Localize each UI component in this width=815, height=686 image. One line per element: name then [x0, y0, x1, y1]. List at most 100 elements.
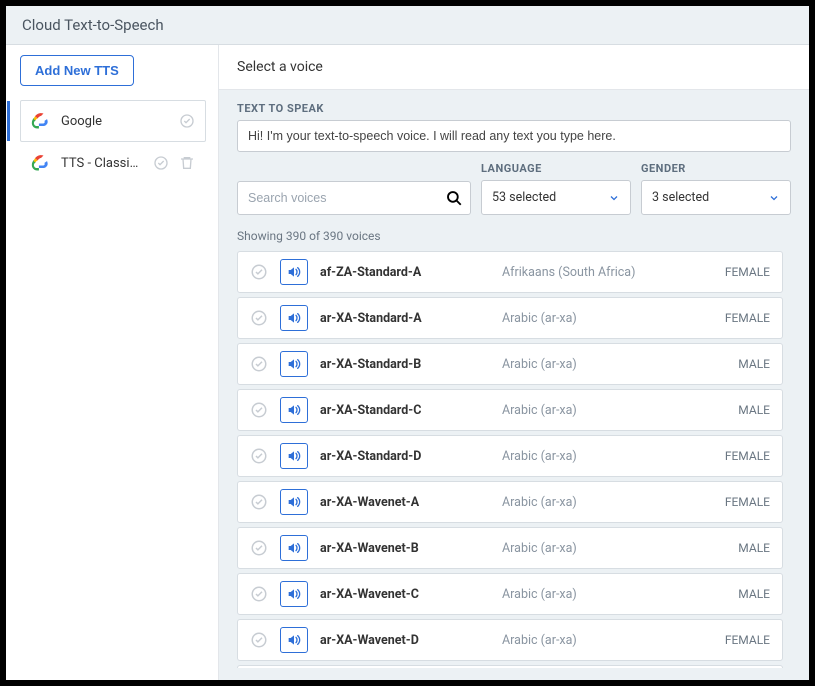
voice-row[interactable]: ar-XA-Standard-A Arabic (ar-xa) FEMALE: [237, 297, 783, 339]
play-voice-button[interactable]: [280, 305, 308, 331]
check-circle-icon: [250, 585, 268, 603]
trash-icon[interactable]: [179, 155, 195, 171]
main-title: Select a voice: [219, 45, 809, 90]
voice-language: Arabic (ar-xa): [502, 449, 698, 464]
page-body: Add New TTS Google TTS - Classics In...: [6, 45, 809, 680]
voice-gender: FEMALE: [710, 449, 770, 463]
voice-row[interactable]: ar-XA-Standard-D Arabic (ar-xa) FEMALE: [237, 435, 783, 477]
sound-icon: [286, 448, 302, 464]
sidebar-item-label: TTS - Classics In...: [61, 156, 143, 171]
sound-icon: [286, 356, 302, 372]
check-circle-icon: [250, 493, 268, 511]
voice-name: ar-XA-Wavenet-B: [320, 541, 490, 556]
play-voice-button[interactable]: [280, 489, 308, 515]
text-to-speak-label: TEXT TO SPEAK: [237, 102, 791, 115]
voice-row[interactable]: ar-XA-Wavenet-B Arabic (ar-xa) MALE: [237, 527, 783, 569]
sidebar-item-google[interactable]: Google: [20, 100, 206, 142]
chevron-down-icon: [608, 192, 620, 204]
check-circle-icon: [250, 309, 268, 327]
voice-language: Arabic (ar-xa): [502, 541, 698, 556]
language-filter: LANGUAGE 53 selected: [481, 162, 631, 215]
search-input[interactable]: [237, 181, 471, 215]
sidebar: Add New TTS Google TTS - Classics In...: [6, 45, 219, 680]
voice-name: ar-XA-Standard-D: [320, 449, 490, 464]
voice-name: ar-XA-Standard-B: [320, 357, 490, 372]
app-root: Cloud Text-to-Speech Add New TTS Google …: [6, 6, 809, 680]
search-filter: [237, 181, 471, 215]
voice-gender: MALE: [710, 541, 770, 555]
sound-icon: [286, 632, 302, 648]
voice-gender: FEMALE: [710, 265, 770, 279]
check-circle-icon: [250, 355, 268, 373]
chevron-down-icon: [768, 192, 780, 204]
language-label: LANGUAGE: [481, 162, 631, 175]
gender-filter: GENDER 3 selected: [641, 162, 791, 215]
voice-name: ar-XA-Wavenet-C: [320, 587, 490, 602]
result-count: Showing 390 of 390 voices: [237, 215, 791, 251]
sound-icon: [286, 586, 302, 602]
play-voice-button[interactable]: [280, 535, 308, 561]
sound-icon: [286, 264, 302, 280]
voice-name: ar-XA-Standard-A: [320, 311, 490, 326]
google-cloud-icon: [31, 111, 51, 131]
sound-icon: [286, 310, 302, 326]
play-voice-button[interactable]: [280, 443, 308, 469]
search-icon: [445, 189, 463, 207]
check-circle-icon: [179, 113, 195, 129]
page-title: Cloud Text-to-Speech: [22, 16, 793, 34]
sound-icon: [286, 540, 302, 556]
check-circle-icon: [250, 631, 268, 649]
sound-icon: [286, 494, 302, 510]
voice-gender: FEMALE: [710, 311, 770, 325]
voice-language: Arabic (ar-xa): [502, 357, 698, 372]
check-circle-icon: [250, 539, 268, 557]
voice-language: Afrikaans (South Africa): [502, 265, 698, 280]
add-tts-button[interactable]: Add New TTS: [20, 55, 134, 86]
check-circle-icon: [153, 155, 169, 171]
voice-gender: MALE: [710, 357, 770, 371]
play-voice-button[interactable]: [280, 627, 308, 653]
voice-language: Arabic (ar-xa): [502, 311, 698, 326]
sound-icon: [286, 402, 302, 418]
voice-row[interactable]: ar-XA-Standard-C Arabic (ar-xa) MALE: [237, 389, 783, 431]
voice-row[interactable]: af-ZA-Standard-A Afrikaans (South Africa)…: [237, 251, 783, 293]
language-value: 53 selected: [492, 190, 556, 205]
voice-row[interactable]: ar-XA-Standard-B Arabic (ar-xa) MALE: [237, 343, 783, 385]
play-voice-button[interactable]: [280, 259, 308, 285]
gender-dropdown[interactable]: 3 selected: [641, 180, 791, 215]
text-to-speak-input[interactable]: [237, 120, 791, 152]
voice-language: Arabic (ar-xa): [502, 495, 698, 510]
voice-row[interactable]: bg-BG-Standard-ABulgarian (Bulgaria)FEMA…: [237, 665, 783, 668]
voice-name: ar-XA-Wavenet-D: [320, 633, 490, 648]
voice-name: ar-XA-Standard-C: [320, 403, 490, 418]
voice-gender: MALE: [710, 587, 770, 601]
play-voice-button[interactable]: [280, 397, 308, 423]
voice-list[interactable]: af-ZA-Standard-A Afrikaans (South Africa)…: [237, 251, 791, 668]
check-circle-icon: [250, 447, 268, 465]
filter-row: LANGUAGE 53 selected GENDER 3 selected: [237, 162, 791, 215]
voice-row[interactable]: ar-XA-Wavenet-C Arabic (ar-xa) MALE: [237, 573, 783, 615]
voice-language: Arabic (ar-xa): [502, 633, 698, 648]
sidebar-item-label: Google: [61, 114, 169, 129]
voice-panel: TEXT TO SPEAK LANGUAGE: [219, 90, 809, 680]
google-cloud-icon: [31, 153, 51, 173]
gender-value: 3 selected: [652, 190, 709, 205]
language-dropdown[interactable]: 53 selected: [481, 180, 631, 215]
voice-gender: MALE: [710, 403, 770, 417]
sidebar-item-tts-classics[interactable]: TTS - Classics In...: [20, 142, 206, 184]
voice-gender: FEMALE: [710, 495, 770, 509]
voice-gender: FEMALE: [710, 633, 770, 647]
page-header: Cloud Text-to-Speech: [6, 6, 809, 45]
voice-language: Arabic (ar-xa): [502, 403, 698, 418]
check-circle-icon: [250, 263, 268, 281]
check-circle-icon: [250, 401, 268, 419]
voice-row[interactable]: ar-XA-Wavenet-D Arabic (ar-xa) FEMALE: [237, 619, 783, 661]
main-panel: Select a voice TEXT TO SPEAK LAN: [219, 45, 809, 680]
play-voice-button[interactable]: [280, 351, 308, 377]
voice-language: Arabic (ar-xa): [502, 587, 698, 602]
voice-name: ar-XA-Wavenet-A: [320, 495, 490, 510]
voice-row[interactable]: ar-XA-Wavenet-A Arabic (ar-xa) FEMALE: [237, 481, 783, 523]
play-voice-button[interactable]: [280, 581, 308, 607]
gender-label: GENDER: [641, 162, 791, 175]
voice-name: af-ZA-Standard-A: [320, 265, 490, 280]
